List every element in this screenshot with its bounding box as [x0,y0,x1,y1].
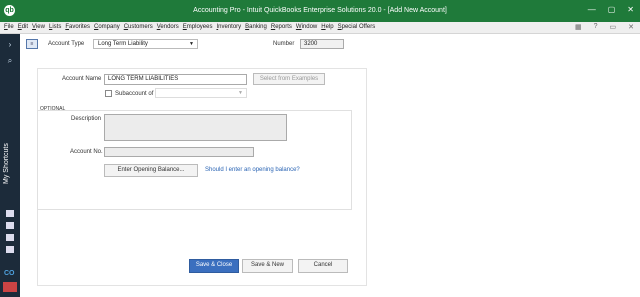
chevron-down-icon: ▼ [189,41,194,47]
subaccount-label: Subaccount of [115,91,154,97]
subaccount-select[interactable]: ▼ [155,88,247,98]
account-no-field[interactable] [104,147,254,157]
menu-help[interactable]: Help [321,24,333,30]
chevron-down-icon: ▼ [238,90,243,96]
subaccount-checkbox[interactable] [105,90,112,97]
my-shortcuts-label[interactable]: My Shortcuts [3,129,17,199]
enter-opening-balance-button[interactable]: Enter Opening Balance... [104,164,198,177]
add-new-account-window: ≡ Account Type Long Term Liability ▼ Num… [20,34,640,297]
save-close-button[interactable]: Save & Close [189,259,239,273]
account-no-label: Account No. [70,149,103,155]
menu-reports[interactable]: Reports [271,24,292,30]
menu-view[interactable]: View [32,24,45,30]
shortcut-square-icon[interactable] [6,234,14,241]
description-field[interactable] [104,114,287,141]
account-type-label: Account Type [48,41,85,47]
shortcut-square-icon[interactable] [6,222,14,229]
account-type-row: ≡ Account Type Long Term Liability ▼ Num… [20,34,640,54]
window-title: Accounting Pro - Intuit QuickBooks Enter… [193,7,447,14]
close-icon[interactable]: ✕ [628,23,634,31]
menu-favorites[interactable]: Favorites [65,24,90,30]
account-type-icon: ≡ [26,39,38,49]
cancel-button[interactable]: Cancel [298,259,348,273]
number-value: 3200 [304,41,318,47]
menu-banking[interactable]: Banking [245,24,267,30]
account-name-label: Account Name [62,76,102,82]
menu-lists[interactable]: Lists [49,24,61,30]
account-type-select[interactable]: Long Term Liability ▼ [93,39,198,49]
menu-list: File Edit View Lists Favorites Company C… [4,24,375,30]
expand-chevron-icon[interactable]: › [5,40,15,50]
menu-special-offers[interactable]: Special Offers [338,24,376,30]
menu-vendors[interactable]: Vendors [157,24,179,30]
help-icon[interactable]: ? [594,23,598,31]
number-label: Number [273,41,295,47]
shortcut-square-icon[interactable] [6,246,14,253]
number-field[interactable]: 3200 [300,39,344,49]
title-bar: qb Accounting Pro - Intuit QuickBooks En… [0,0,640,22]
menu-right-icons: ▦ ? ▭ ✕ [575,23,634,31]
description-label: Description [71,116,102,122]
opening-balance-help-link[interactable]: Should I enter an opening balance? [205,167,300,173]
menu-customers[interactable]: Customers [124,24,153,30]
shortcut-square-icon[interactable] [6,210,14,217]
menu-employees[interactable]: Employees [183,24,213,30]
account-name-field[interactable]: LONG TERM LIABILITIES [104,74,247,85]
company-label: CO [4,270,15,277]
menu-company[interactable]: Company [94,24,120,30]
menu-edit[interactable]: Edit [18,24,28,30]
menu-window[interactable]: Window [296,24,317,30]
window-minimize-button[interactable]: — [588,5,596,14]
menu-file[interactable]: File [4,24,14,30]
left-sidebar: › ⌕ My Shortcuts CO [0,34,20,297]
save-new-button[interactable]: Save & New [242,259,293,273]
menu-bar: File Edit View Lists Favorites Company C… [0,22,640,34]
calendar-icon[interactable]: ▦ [575,23,582,31]
window-maximize-button[interactable]: ▢ [608,5,616,14]
menu-inventory[interactable]: Inventory [216,24,241,30]
window-controls: — ▢ ✕ [588,5,634,14]
search-icon[interactable]: ⌕ [5,56,15,66]
window-close-button[interactable]: ✕ [627,5,634,14]
account-name-value: LONG TERM LIABILITIES [108,76,179,82]
account-type-value: Long Term Liability [98,41,148,47]
status-indicator [3,282,17,292]
restore-icon[interactable]: ▭ [610,23,617,31]
select-from-examples-button[interactable]: Select from Examples [253,73,325,85]
